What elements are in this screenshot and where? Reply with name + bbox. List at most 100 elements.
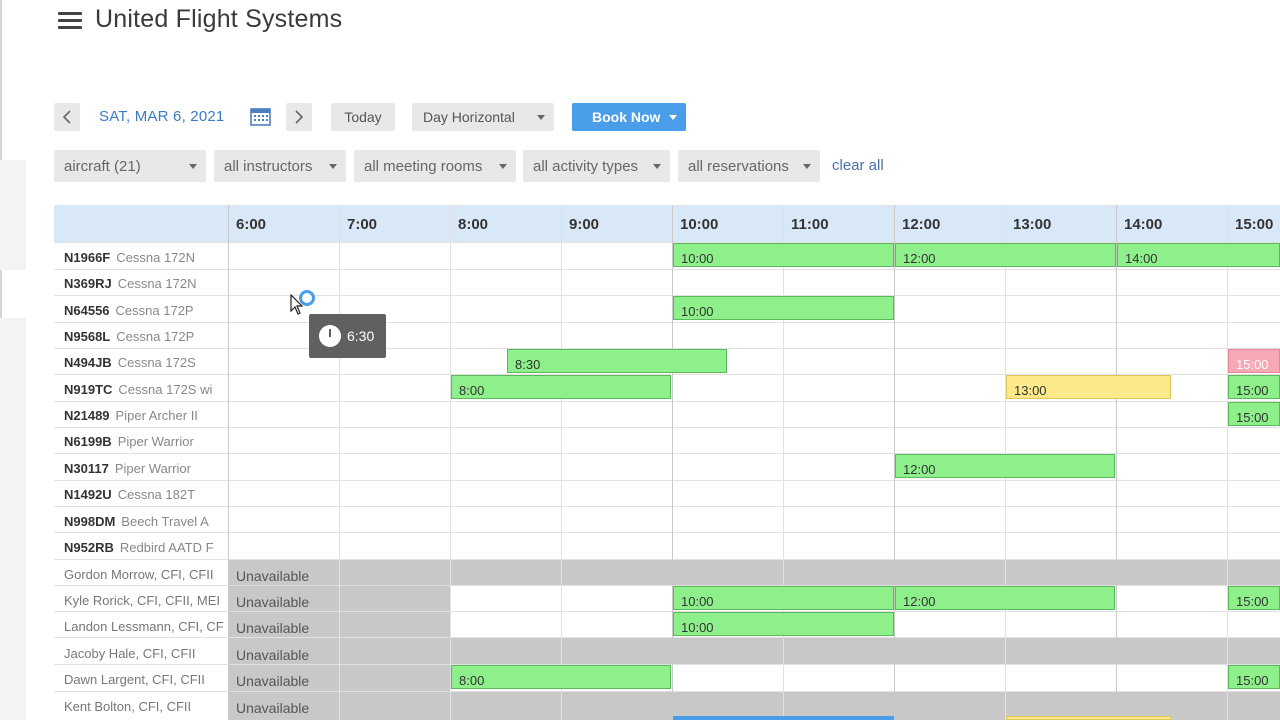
aircraft-row-label[interactable]: N6199B Piper Warrior [64, 434, 228, 449]
reservation-block[interactable]: 12:00 [895, 586, 1115, 610]
view-dropdown[interactable]: Day Horizontal [412, 103, 554, 131]
time-label: 8:00 [458, 216, 489, 233]
aircraft-model: Cessna 172P [116, 329, 195, 344]
unavailable-label: Unavailable [236, 594, 310, 610]
instructor-row-label[interactable]: Kent Bolton, CFI, CFII [64, 699, 228, 714]
tail-number: N6199B [64, 434, 112, 449]
aircraft-row-label[interactable]: N494JB Cessna 172S [64, 355, 228, 370]
aircraft-row-label[interactable]: N369RJ Cessna 172N [64, 276, 228, 291]
aircraft-model: Piper Archer II [115, 408, 198, 423]
time-label: 13:00 [1013, 216, 1052, 233]
time-tooltip: 6:30 [309, 314, 386, 358]
aircraft-row-label[interactable]: N952RB Redbird AATD F [64, 540, 228, 555]
column-divider [1227, 205, 1228, 720]
reservation-block[interactable]: 15:00 [1228, 586, 1280, 610]
left-edge-panel [0, 318, 26, 720]
time-label: 9:00 [569, 216, 600, 233]
instructor-row-label[interactable]: Gordon Morrow, CFI, CFII [64, 567, 228, 582]
aircraft-model: Beech Travel A [121, 514, 209, 529]
caret-down-icon [653, 164, 661, 169]
menu-icon[interactable] [58, 12, 82, 30]
instructor-row-label[interactable]: Kyle Rorick, CFI, CFII, MEI [64, 593, 228, 608]
unavailable-label: Unavailable [236, 568, 310, 584]
reservation-block[interactable]: 8:00 [451, 375, 671, 399]
aircraft-model: Redbird AATD F [119, 540, 214, 555]
tail-number: N369RJ [64, 276, 112, 291]
reservation-block[interactable]: 12:00 [895, 243, 1116, 267]
aircraft-row-label[interactable]: N1492U Cessna 182T [64, 487, 228, 502]
reservation-block[interactable]: 10:00 [673, 612, 894, 636]
caret-down-icon [803, 164, 811, 169]
instructors-filter[interactable]: all instructors [214, 150, 346, 182]
time-label: 15:00 [1235, 216, 1274, 233]
aircraft-row-label[interactable]: N64556 Cessna 172P [64, 303, 228, 318]
aircraft-model: Cessna 172P [115, 303, 194, 318]
instructor-row-label[interactable]: Dawn Largent, CFI, CFII [64, 672, 228, 687]
reservation-block[interactable]: 15:00 [1228, 349, 1280, 373]
column-divider [1116, 205, 1117, 720]
instructor-row-label[interactable]: Landon Lessmann, CFI, CF [64, 619, 228, 634]
reservation-block[interactable] [673, 716, 894, 720]
time-label: 10:00 [680, 216, 719, 233]
next-day-button[interactable] [286, 103, 312, 131]
meeting-rooms-filter[interactable]: all meeting rooms [354, 150, 516, 182]
aircraft-model: Piper Warrior [114, 461, 191, 476]
reservation-block[interactable]: 13:00 [1006, 375, 1171, 399]
tail-number: N998DM [64, 514, 116, 529]
reservations-filter[interactable]: all reservations [678, 150, 820, 182]
calendar-icon[interactable] [250, 107, 271, 126]
column-divider [228, 205, 229, 720]
tail-number: N1966F [64, 250, 111, 265]
caret-down-icon [189, 164, 197, 169]
chevron-left-icon [62, 110, 71, 124]
reservation-block[interactable]: 15:00 [1228, 402, 1280, 426]
reservation-block[interactable]: 12:00 [895, 454, 1115, 478]
column-divider [450, 205, 451, 720]
caret-down-icon [329, 164, 337, 169]
reservation-block[interactable]: 10:00 [673, 243, 894, 267]
clock-icon [319, 325, 341, 347]
aircraft-row-label[interactable]: N1966F Cessna 172N [64, 250, 228, 265]
clear-all-link[interactable]: clear all [832, 157, 884, 174]
unavailable-label: Unavailable [236, 673, 310, 689]
unavailable-label: Unavailable [236, 700, 310, 716]
tail-number: N952RB [64, 540, 114, 555]
time-label: 14:00 [1124, 216, 1163, 233]
row-divider [54, 637, 1280, 638]
view-dropdown-label: Day Horizontal [423, 109, 515, 125]
reservation-block[interactable]: 8:30 [507, 349, 727, 373]
aircraft-filter-label: aircraft (21) [64, 157, 141, 175]
aircraft-row-label[interactable]: N998DM Beech Travel A [64, 514, 228, 529]
unavailable-block [228, 637, 1280, 664]
aircraft-model: Cessna 182T [117, 487, 196, 502]
aircraft-row-label[interactable]: N919TC Cessna 172S wi [64, 382, 228, 397]
aircraft-row-label[interactable]: N30117 Piper Warrior [64, 461, 228, 476]
unavailable-label: Unavailable [236, 647, 310, 663]
aircraft-filter[interactable]: aircraft (21) [54, 150, 206, 182]
book-now-button[interactable]: Book Now [572, 103, 686, 131]
row-divider [54, 532, 1280, 533]
tail-number: N21489 [64, 408, 110, 423]
tail-number: N494JB [64, 355, 112, 370]
aircraft-row-label[interactable]: N21489 Piper Archer II [64, 408, 228, 423]
instructor-row-label[interactable]: Jacoby Hale, CFI, CFII [64, 646, 228, 661]
activity-types-filter[interactable]: all activity types [523, 150, 670, 182]
previous-day-button[interactable] [54, 103, 80, 131]
aircraft-row-label[interactable]: N9568L Cessna 172P [64, 329, 228, 344]
row-divider [54, 506, 1280, 507]
current-date[interactable]: SAT, MAR 6, 2021 [99, 108, 224, 125]
reservation-block[interactable]: 15:00 [1228, 665, 1280, 689]
today-button[interactable]: Today [331, 103, 395, 131]
reservation-block[interactable]: 8:00 [451, 665, 671, 689]
reservation-block[interactable] [1006, 716, 1171, 720]
reservation-block[interactable]: 14:00 [1117, 243, 1280, 267]
reservation-block[interactable]: 10:00 [673, 586, 894, 610]
tail-number: N9568L [64, 329, 111, 344]
unavailable-block [228, 559, 1280, 585]
row-divider [54, 427, 1280, 428]
meeting-rooms-filter-label: all meeting rooms [364, 157, 483, 175]
reservation-block[interactable]: 10:00 [673, 296, 894, 320]
left-edge-panel [0, 160, 26, 270]
reservation-block[interactable]: 15:00 [1228, 375, 1280, 399]
aircraft-model: Cessna 172S wi [118, 382, 213, 397]
